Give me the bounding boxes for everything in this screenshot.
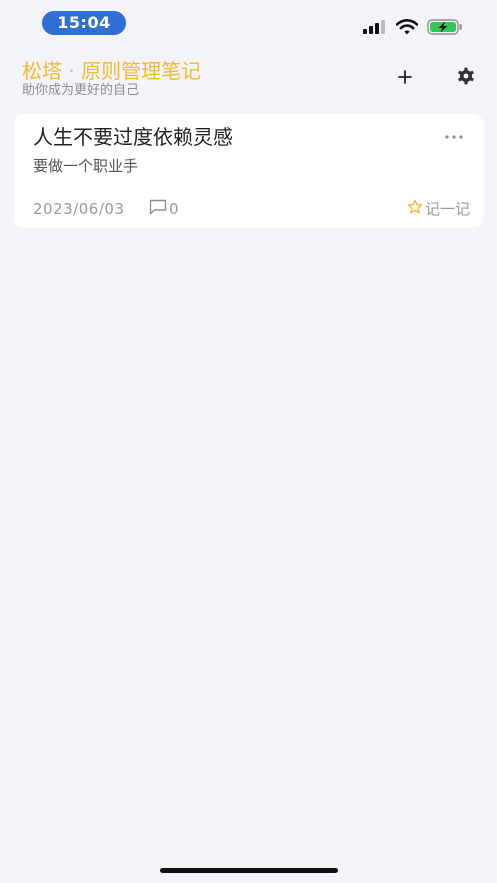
more-options-button[interactable] (442, 124, 466, 142)
home-indicator[interactable] (160, 868, 338, 873)
app-title: 松塔 · 原则管理笔记 (22, 59, 202, 83)
comment-count: 0 (169, 200, 179, 218)
app-screen: 15:04 松塔 · 原则管理笔记 助你成为更好的自己 人生不要过度依赖灵感 要… (0, 0, 497, 883)
note-date: 2023/06/03 (33, 200, 125, 218)
comment-icon (149, 199, 167, 219)
status-icons (363, 17, 463, 37)
cellular-signal-icon (363, 20, 387, 34)
comment-button[interactable]: 0 (149, 199, 179, 219)
record-button[interactable]: 记一记 (407, 198, 470, 220)
note-card[interactable]: 人生不要过度依赖灵感 要做一个职业手 2023/06/03 0 记一记 (14, 114, 483, 228)
app-header: 松塔 · 原则管理笔记 助你成为更好的自己 (0, 52, 497, 104)
gear-icon (457, 67, 475, 89)
settings-button[interactable] (450, 62, 482, 94)
app-subtitle: 助你成为更好的自己 (22, 83, 140, 98)
ellipsis-icon (445, 124, 463, 143)
status-time[interactable]: 15:04 (42, 11, 126, 35)
note-summary: 要做一个职业手 (33, 157, 139, 175)
note-title: 人生不要过度依赖灵感 (33, 125, 233, 149)
wifi-icon (396, 19, 418, 35)
star-icon (407, 199, 423, 219)
status-bar: 15:04 (0, 0, 497, 46)
battery-charging-icon (427, 19, 463, 35)
add-note-button[interactable] (389, 62, 421, 94)
record-label: 记一记 (424, 200, 470, 218)
plus-icon (398, 69, 412, 88)
